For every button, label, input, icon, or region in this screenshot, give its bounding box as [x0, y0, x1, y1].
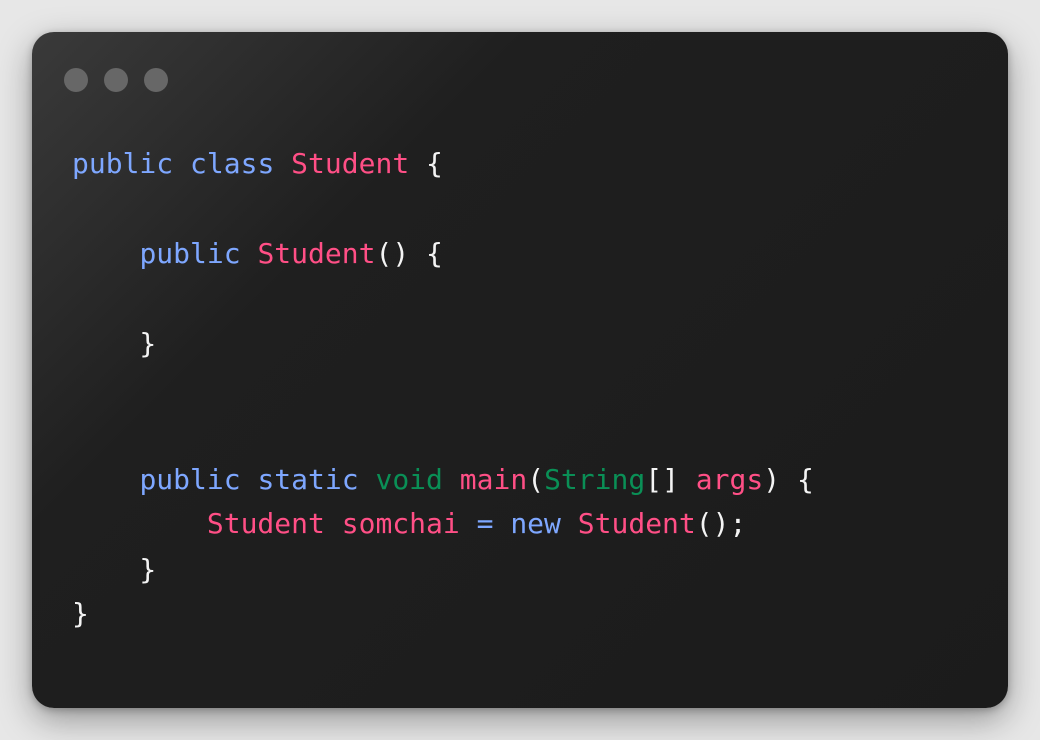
code-token: static	[257, 463, 359, 496]
code-token: String	[544, 463, 646, 496]
code-token: class	[190, 147, 275, 180]
code-token: somchai	[341, 507, 460, 540]
code-token: public	[139, 463, 241, 496]
code-token: {	[409, 147, 443, 180]
code-line: }	[72, 600, 89, 628]
code-line: public static void main(String[] args) {	[72, 463, 814, 496]
code-token: }	[72, 553, 157, 586]
code-token: }	[72, 327, 157, 360]
code-token: []	[645, 463, 696, 496]
code-token: Student	[257, 237, 376, 270]
code-token: =	[476, 507, 494, 540]
code-token: Student	[206, 507, 325, 540]
code-token: ) {	[763, 463, 814, 496]
code-token: new	[510, 507, 561, 540]
code-line: public Student() {	[72, 237, 443, 270]
code-token: public	[72, 147, 174, 180]
code-token: main	[459, 463, 528, 496]
code-line: }	[72, 556, 156, 584]
code-token: Student	[291, 147, 410, 180]
code-token: (	[527, 463, 545, 496]
code-token: () {	[375, 237, 443, 270]
code-token: }	[72, 597, 89, 630]
code-token: args	[695, 463, 764, 496]
code-window: public class Student { public Student() …	[32, 32, 1008, 708]
code-token: public	[139, 237, 241, 270]
code-token: Student	[577, 507, 696, 540]
code-token: void	[375, 463, 443, 496]
code-line: Student somchai = new Student();	[72, 507, 747, 540]
code-token: ();	[695, 507, 747, 540]
code-line: }	[72, 330, 156, 358]
code-block: public class Student { public Student() …	[72, 32, 968, 708]
code-line: public class Student {	[72, 150, 443, 178]
